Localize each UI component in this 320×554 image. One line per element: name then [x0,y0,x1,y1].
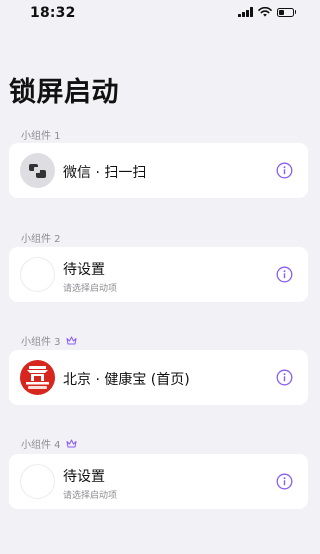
widget-2-subtitle: 请选择启动项 [63,284,118,294]
info-icon[interactable] [276,162,293,179]
widget-3-label: 小组件 3 [21,333,77,348]
widget-3-label-text: 小组件 3 [21,337,61,348]
battery-icon [276,7,296,17]
crown-icon [66,439,77,448]
status-bar: 18:32 [0,0,318,26]
widget-2-label-text: 小组件 2 [21,234,61,245]
info-icon[interactable] [276,266,293,283]
info-icon[interactable] [276,473,293,490]
cellular-signal-icon [238,7,253,17]
widget-4-card[interactable]: 待设置 请选择启动项 [9,454,308,509]
wifi-icon [257,7,272,17]
widget-1-label: 小组件 1 [21,127,61,142]
empty-icon [20,257,55,292]
widget-3-title: 北京 · 健康宝 (首页) [63,372,190,388]
widget-4-title: 待设置 [63,469,105,485]
widget-1-label-text: 小组件 1 [21,131,61,142]
page-title: 锁屏启动 [9,77,119,108]
crown-icon [66,336,77,345]
status-time: 18:32 [30,5,76,21]
beijing-health-kit-icon [20,360,55,395]
widget-3-text: 北京 · 健康宝 (首页) [63,369,190,389]
wechat-scan-icon [20,153,55,188]
widget-1-text: 微信 · 扫一扫 [63,162,146,182]
widget-4-subtitle: 请选择启动项 [63,491,118,501]
widget-4-label: 小组件 4 [21,436,77,451]
widget-4-text: 待设置 请选择启动项 [63,466,117,501]
widget-3-card[interactable]: 北京 · 健康宝 (首页) [9,350,308,405]
status-icons [238,7,296,17]
widget-4-label-text: 小组件 4 [21,440,61,451]
widget-1-card[interactable]: 微信 · 扫一扫 [9,143,308,198]
widget-2-text: 待设置 请选择启动项 [63,259,117,294]
widget-2-label: 小组件 2 [21,230,61,245]
empty-icon [20,464,55,499]
widget-1-title: 微信 · 扫一扫 [63,165,147,181]
info-icon[interactable] [276,369,293,386]
widget-2-card[interactable]: 待设置 请选择启动项 [9,247,308,302]
widget-2-title: 待设置 [63,262,105,278]
